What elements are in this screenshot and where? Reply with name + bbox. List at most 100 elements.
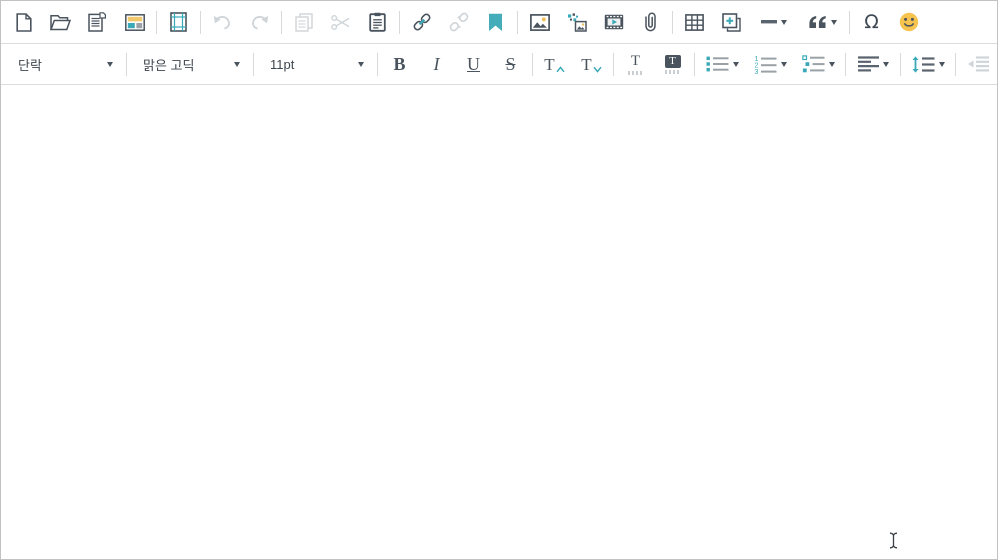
document-lines-icon: [88, 12, 107, 32]
horizontal-rule-button[interactable]: [750, 6, 798, 38]
toolbar-format: 단락 맑은 고딕 11pt B I U S T: [1, 44, 997, 85]
align-left-icon: [858, 56, 879, 72]
superscript-button[interactable]: T: [536, 48, 573, 80]
text-color-button[interactable]: T: [617, 48, 654, 80]
separator: [532, 53, 533, 76]
bullet-list-icon: [706, 55, 729, 73]
insert-frame-icon: [722, 13, 741, 32]
video-button[interactable]: [595, 6, 632, 38]
bold-button[interactable]: B: [381, 48, 418, 80]
clipboard-icon: [369, 12, 386, 32]
separator: [900, 53, 901, 76]
outdent-button[interactable]: [959, 48, 996, 80]
copy-button[interactable]: [285, 6, 322, 38]
strikethrough-icon: S: [505, 55, 515, 73]
paperclip-icon: [644, 12, 657, 32]
background-color-icon: T: [665, 55, 681, 74]
page-guides-button[interactable]: [160, 6, 197, 38]
undo-icon: [213, 14, 232, 30]
image-button[interactable]: [521, 6, 558, 38]
insert-frame-button[interactable]: [713, 6, 750, 38]
numbered-list-icon: 1 2 3: [754, 55, 777, 74]
outline-list-button[interactable]: [794, 48, 842, 80]
underline-button[interactable]: U: [455, 48, 492, 80]
scissors-icon: [331, 14, 350, 31]
paragraph-style-value: 단락: [18, 55, 42, 74]
subscript-button[interactable]: T: [573, 48, 610, 80]
special-character-button[interactable]: Ω: [853, 6, 890, 38]
page-guides-icon: [170, 12, 187, 32]
strikethrough-button[interactable]: S: [492, 48, 529, 80]
svg-text:3: 3: [754, 69, 758, 74]
dropdown-caret-icon: [781, 20, 787, 25]
separator: [377, 53, 378, 76]
new-document-button[interactable]: [5, 6, 42, 38]
open-folder-icon: [50, 14, 71, 31]
separator: [845, 53, 846, 76]
undo-button[interactable]: [204, 6, 241, 38]
bookmark-button[interactable]: [477, 6, 514, 38]
underline-icon: U: [467, 55, 480, 73]
photo-mosaic-button[interactable]: [558, 6, 595, 38]
separator: [672, 11, 673, 34]
align-button[interactable]: [849, 48, 897, 80]
cut-button[interactable]: [322, 6, 359, 38]
line-height-icon: [912, 56, 935, 73]
font-family-select[interactable]: 맑은 고딕: [130, 48, 250, 80]
toolbar-insert: Ω: [1, 1, 997, 44]
unlink-button[interactable]: [440, 6, 477, 38]
paste-button[interactable]: [359, 6, 396, 38]
subscript-icon: T: [581, 56, 601, 73]
dropdown-caret-icon: [358, 62, 364, 67]
dropdown-caret-icon: [939, 62, 945, 67]
blockquote-button[interactable]: [798, 6, 846, 38]
separator: [281, 11, 282, 34]
open-folder-button[interactable]: [42, 6, 79, 38]
emoticon-button[interactable]: [890, 6, 927, 38]
image-icon: [530, 14, 550, 31]
separator: [517, 11, 518, 34]
redo-icon: [250, 14, 269, 30]
italic-icon: I: [434, 55, 440, 73]
separator: [849, 11, 850, 34]
paragraph-style-select[interactable]: 단락: [5, 48, 123, 80]
dropdown-caret-icon: [831, 20, 837, 25]
table-button[interactable]: [676, 6, 713, 38]
separator: [613, 53, 614, 76]
outline-list-icon: [802, 55, 825, 73]
save-document-button[interactable]: [79, 6, 116, 38]
line-height-button[interactable]: [904, 48, 952, 80]
attach-file-button[interactable]: [632, 6, 669, 38]
omega-icon: Ω: [864, 13, 879, 32]
dropdown-caret-icon: [107, 62, 113, 67]
photo-mosaic-icon: [567, 13, 587, 32]
separator: [955, 53, 956, 76]
unlink-icon: [449, 12, 469, 32]
template-button[interactable]: [116, 6, 153, 38]
separator: [156, 11, 157, 34]
bold-icon: B: [393, 55, 405, 73]
numbered-list-button[interactable]: 1 2 3: [746, 48, 794, 80]
smiley-icon: [899, 12, 919, 32]
horizontal-rule-icon: [761, 20, 777, 24]
template-layout-icon: [125, 14, 145, 31]
dropdown-caret-icon: [234, 62, 240, 67]
separator: [253, 53, 254, 76]
italic-button[interactable]: I: [418, 48, 455, 80]
dropdown-caret-icon: [733, 62, 739, 67]
blockquote-icon: [808, 15, 827, 29]
ibeam-cursor: [887, 531, 900, 550]
separator: [200, 11, 201, 34]
link-button[interactable]: [403, 6, 440, 38]
superscript-icon: T: [544, 56, 564, 73]
video-icon: [604, 14, 624, 30]
redo-button[interactable]: [241, 6, 278, 38]
background-color-button[interactable]: T: [654, 48, 691, 80]
bookmark-icon: [488, 13, 503, 32]
font-size-value: 11pt: [270, 57, 294, 72]
font-size-select[interactable]: 11pt: [257, 48, 374, 80]
editor-content-area[interactable]: [1, 85, 997, 559]
link-icon: [412, 12, 432, 32]
new-document-icon: [16, 13, 32, 32]
bullet-list-button[interactable]: [698, 48, 746, 80]
